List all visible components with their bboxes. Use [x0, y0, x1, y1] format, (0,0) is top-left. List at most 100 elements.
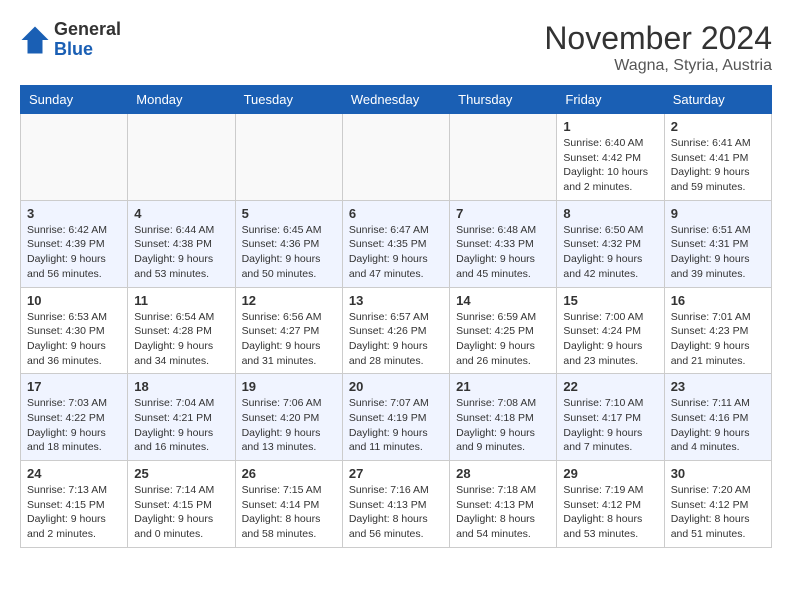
day-number: 6 — [349, 206, 443, 221]
calendar-cell: 22 Sunrise: 7:10 AM Sunset: 4:17 PM Dayli… — [557, 374, 664, 461]
weekday-header-monday: Monday — [128, 86, 235, 114]
day-info: Sunrise: 7:19 AM Sunset: 4:12 PM Dayligh… — [563, 483, 657, 542]
day-info: Sunrise: 6:47 AM Sunset: 4:35 PM Dayligh… — [349, 223, 443, 282]
day-number: 17 — [27, 379, 121, 394]
calendar-cell: 17 Sunrise: 7:03 AM Sunset: 4:22 PM Dayli… — [21, 374, 128, 461]
calendar-cell: 29 Sunrise: 7:19 AM Sunset: 4:12 PM Dayli… — [557, 461, 664, 548]
day-number: 5 — [242, 206, 336, 221]
day-info: Sunrise: 6:48 AM Sunset: 4:33 PM Dayligh… — [456, 223, 550, 282]
calendar-week-row: 17 Sunrise: 7:03 AM Sunset: 4:22 PM Dayli… — [21, 374, 772, 461]
day-info: Sunrise: 6:40 AM Sunset: 4:42 PM Dayligh… — [563, 136, 657, 195]
day-number: 30 — [671, 466, 765, 481]
day-info: Sunrise: 6:45 AM Sunset: 4:36 PM Dayligh… — [242, 223, 336, 282]
calendar-cell: 5 Sunrise: 6:45 AM Sunset: 4:36 PM Daylig… — [235, 200, 342, 287]
calendar-cell: 15 Sunrise: 7:00 AM Sunset: 4:24 PM Dayli… — [557, 287, 664, 374]
day-number: 1 — [563, 119, 657, 134]
calendar-cell: 4 Sunrise: 6:44 AM Sunset: 4:38 PM Daylig… — [128, 200, 235, 287]
day-number: 23 — [671, 379, 765, 394]
day-info: Sunrise: 7:16 AM Sunset: 4:13 PM Dayligh… — [349, 483, 443, 542]
day-info: Sunrise: 7:11 AM Sunset: 4:16 PM Dayligh… — [671, 396, 765, 455]
day-number: 4 — [134, 206, 228, 221]
logo-blue: Blue — [54, 40, 121, 60]
day-number: 18 — [134, 379, 228, 394]
weekday-header-tuesday: Tuesday — [235, 86, 342, 114]
calendar-cell — [450, 114, 557, 201]
calendar-cell: 23 Sunrise: 7:11 AM Sunset: 4:16 PM Dayli… — [664, 374, 771, 461]
calendar-cell: 3Sunrise: 6:42 AM Sunset: 4:39 PM Daylig… — [21, 200, 128, 287]
day-number: 19 — [242, 379, 336, 394]
day-number: 15 — [563, 293, 657, 308]
day-info: Sunrise: 7:00 AM Sunset: 4:24 PM Dayligh… — [563, 310, 657, 369]
day-info: Sunrise: 6:44 AM Sunset: 4:38 PM Dayligh… — [134, 223, 228, 282]
day-info: Sunrise: 6:53 AM Sunset: 4:30 PM Dayligh… — [27, 310, 121, 369]
day-info: Sunrise: 6:57 AM Sunset: 4:26 PM Dayligh… — [349, 310, 443, 369]
day-info: Sunrise: 7:04 AM Sunset: 4:21 PM Dayligh… — [134, 396, 228, 455]
logo: General Blue — [20, 20, 121, 60]
day-info: Sunrise: 7:10 AM Sunset: 4:17 PM Dayligh… — [563, 396, 657, 455]
day-number: 16 — [671, 293, 765, 308]
weekday-header-friday: Friday — [557, 86, 664, 114]
day-number: 2 — [671, 119, 765, 134]
calendar-cell: 6 Sunrise: 6:47 AM Sunset: 4:35 PM Daylig… — [342, 200, 449, 287]
day-number: 27 — [349, 466, 443, 481]
day-number: 14 — [456, 293, 550, 308]
day-info: Sunrise: 7:08 AM Sunset: 4:18 PM Dayligh… — [456, 396, 550, 455]
day-number: 21 — [456, 379, 550, 394]
day-number: 12 — [242, 293, 336, 308]
calendar-cell: 21 Sunrise: 7:08 AM Sunset: 4:18 PM Dayli… — [450, 374, 557, 461]
day-info: Sunrise: 7:18 AM Sunset: 4:13 PM Dayligh… — [456, 483, 550, 542]
day-info: Sunrise: 7:14 AM Sunset: 4:15 PM Dayligh… — [134, 483, 228, 542]
day-number: 24 — [27, 466, 121, 481]
logo-icon — [20, 25, 50, 55]
calendar-cell: 13 Sunrise: 6:57 AM Sunset: 4:26 PM Dayli… — [342, 287, 449, 374]
day-info: Sunrise: 7:13 AM Sunset: 4:15 PM Dayligh… — [27, 483, 121, 542]
day-number: 7 — [456, 206, 550, 221]
calendar-cell: 30 Sunrise: 7:20 AM Sunset: 4:12 PM Dayli… — [664, 461, 771, 548]
day-info: Sunrise: 6:51 AM Sunset: 4:31 PM Dayligh… — [671, 223, 765, 282]
calendar-cell — [21, 114, 128, 201]
day-number: 13 — [349, 293, 443, 308]
calendar-cell: 14Sunrise: 6:59 AM Sunset: 4:25 PM Dayli… — [450, 287, 557, 374]
day-number: 25 — [134, 466, 228, 481]
month-title: November 2024 — [544, 20, 772, 57]
day-number: 28 — [456, 466, 550, 481]
day-number: 29 — [563, 466, 657, 481]
weekday-header-sunday: Sunday — [21, 86, 128, 114]
calendar-week-row: 3Sunrise: 6:42 AM Sunset: 4:39 PM Daylig… — [21, 200, 772, 287]
calendar-cell: 20Sunrise: 7:07 AM Sunset: 4:19 PM Dayli… — [342, 374, 449, 461]
day-number: 9 — [671, 206, 765, 221]
calendar-cell: 10Sunrise: 6:53 AM Sunset: 4:30 PM Dayli… — [21, 287, 128, 374]
calendar-header: SundayMondayTuesdayWednesdayThursdayFrid… — [21, 86, 772, 114]
calendar-cell: 12 Sunrise: 6:56 AM Sunset: 4:27 PM Dayli… — [235, 287, 342, 374]
day-number: 11 — [134, 293, 228, 308]
logo-general: General — [54, 20, 121, 40]
calendar-cell: 28 Sunrise: 7:18 AM Sunset: 4:13 PM Dayli… — [450, 461, 557, 548]
day-info: Sunrise: 7:07 AM Sunset: 4:19 PM Dayligh… — [349, 396, 443, 455]
day-info: Sunrise: 6:50 AM Sunset: 4:32 PM Dayligh… — [563, 223, 657, 282]
logo-text: General Blue — [54, 20, 121, 60]
weekday-header-wednesday: Wednesday — [342, 86, 449, 114]
day-number: 22 — [563, 379, 657, 394]
day-info: Sunrise: 7:03 AM Sunset: 4:22 PM Dayligh… — [27, 396, 121, 455]
day-info: Sunrise: 7:06 AM Sunset: 4:20 PM Dayligh… — [242, 396, 336, 455]
calendar-cell: 27 Sunrise: 7:16 AM Sunset: 4:13 PM Dayli… — [342, 461, 449, 548]
calendar-week-row: 10Sunrise: 6:53 AM Sunset: 4:30 PM Dayli… — [21, 287, 772, 374]
day-number: 8 — [563, 206, 657, 221]
day-info: Sunrise: 6:56 AM Sunset: 4:27 PM Dayligh… — [242, 310, 336, 369]
calendar-week-row: 1 Sunrise: 6:40 AM Sunset: 4:42 PM Daylig… — [21, 114, 772, 201]
weekday-header-saturday: Saturday — [664, 86, 771, 114]
weekday-header-row: SundayMondayTuesdayWednesdayThursdayFrid… — [21, 86, 772, 114]
calendar-cell: 19 Sunrise: 7:06 AM Sunset: 4:20 PM Dayli… — [235, 374, 342, 461]
calendar-body: 1 Sunrise: 6:40 AM Sunset: 4:42 PM Daylig… — [21, 114, 772, 548]
calendar-week-row: 24 Sunrise: 7:13 AM Sunset: 4:15 PM Dayli… — [21, 461, 772, 548]
calendar-cell: 18 Sunrise: 7:04 AM Sunset: 4:21 PM Dayli… — [128, 374, 235, 461]
calendar-cell: 8 Sunrise: 6:50 AM Sunset: 4:32 PM Daylig… — [557, 200, 664, 287]
calendar-cell: 16Sunrise: 7:01 AM Sunset: 4:23 PM Dayli… — [664, 287, 771, 374]
calendar-cell: 26Sunrise: 7:15 AM Sunset: 4:14 PM Dayli… — [235, 461, 342, 548]
title-block: November 2024 Wagna, Styria, Austria — [544, 20, 772, 75]
calendar-cell: 7 Sunrise: 6:48 AM Sunset: 4:33 PM Daylig… — [450, 200, 557, 287]
calendar-cell — [342, 114, 449, 201]
day-info: Sunrise: 6:54 AM Sunset: 4:28 PM Dayligh… — [134, 310, 228, 369]
day-number: 3 — [27, 206, 121, 221]
day-info: Sunrise: 7:20 AM Sunset: 4:12 PM Dayligh… — [671, 483, 765, 542]
